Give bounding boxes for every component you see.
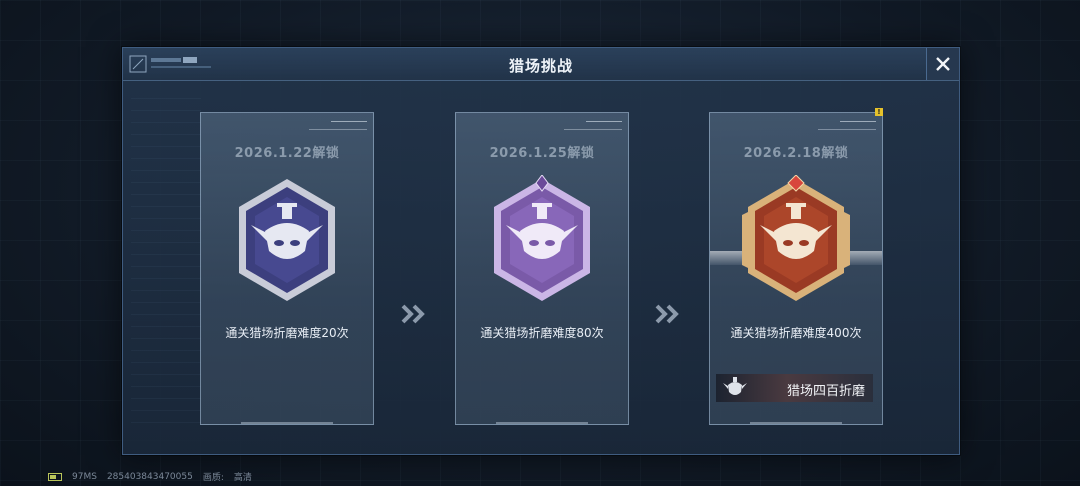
close-icon bbox=[936, 57, 950, 71]
card-deco bbox=[840, 121, 876, 128]
double-chevron-icon bbox=[655, 304, 679, 324]
purple-hunter-badge-icon bbox=[494, 175, 590, 301]
challenge-card-3[interactable]: 2026.2.18解锁 通关猎场折磨难度400次 猎场四百折磨 bbox=[709, 112, 883, 425]
challenge-condition: 通关猎场折磨难度20次 bbox=[225, 326, 349, 340]
alert-icon: ! bbox=[875, 108, 883, 116]
dialog-header: 猎场挑战 bbox=[123, 48, 959, 81]
monkey-emblem-icon bbox=[723, 377, 747, 395]
player-id: 285403843470055 bbox=[106, 471, 193, 482]
card-deco bbox=[750, 422, 842, 424]
ping-value: 97MS bbox=[72, 471, 97, 482]
close-button[interactable] bbox=[926, 48, 959, 80]
challenge-dialog: 猎场挑战 2026.1.22解锁 通关猎场折磨难度20次 2026.1.25解锁… bbox=[122, 47, 960, 455]
quality-value: 高清 bbox=[233, 473, 252, 483]
status-footer: 97MS 285403843470055 画质: 高清 bbox=[48, 470, 252, 483]
challenge-card-1[interactable]: 2026.1.22解锁 通关猎场折磨难度20次 bbox=[200, 112, 374, 425]
reward-title-banner[interactable]: 猎场四百折磨 bbox=[716, 374, 873, 402]
card-deco bbox=[496, 422, 588, 424]
reward-title: 猎场四百折磨 bbox=[786, 384, 865, 399]
card-deco bbox=[309, 129, 367, 130]
quality-label: 画质: bbox=[202, 473, 224, 483]
unlock-date: 2026.1.25解锁 bbox=[489, 146, 595, 161]
red-gold-hunter-badge-icon bbox=[742, 175, 850, 301]
challenge-card-2[interactable]: 2026.1.25解锁 通关猎场折磨难度80次 bbox=[455, 112, 629, 425]
battery-icon bbox=[48, 472, 62, 481]
blue-hunter-badge-icon bbox=[239, 179, 335, 301]
decorative-lines bbox=[131, 98, 201, 428]
card-deco bbox=[564, 129, 622, 130]
card-deco bbox=[331, 121, 367, 128]
unlock-date: 2026.2.18解锁 bbox=[743, 146, 849, 161]
challenge-condition: 通关猎场折磨难度400次 bbox=[730, 326, 862, 340]
double-chevron-icon bbox=[401, 304, 425, 324]
card-deco bbox=[241, 422, 333, 424]
dialog-title: 猎场挑战 bbox=[508, 57, 573, 75]
unlock-date: 2026.1.22解锁 bbox=[234, 146, 340, 161]
card-deco bbox=[818, 129, 876, 130]
challenge-condition: 通关猎场折磨难度80次 bbox=[480, 326, 604, 340]
card-deco bbox=[586, 121, 622, 128]
